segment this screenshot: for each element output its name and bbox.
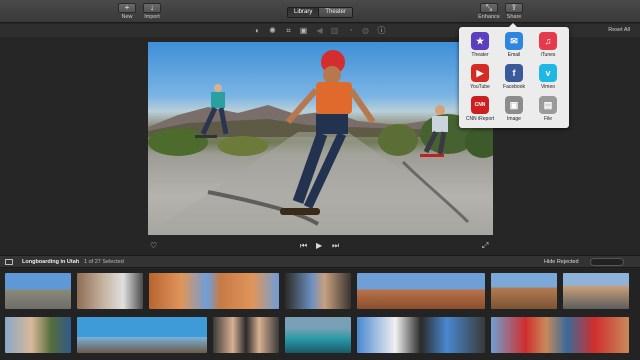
share-email-label: Email <box>507 52 521 58</box>
clip-thumbnail[interactable] <box>563 273 629 309</box>
video-viewer[interactable] <box>148 42 493 235</box>
share-image-label: Image <box>507 116 521 122</box>
enhance-button[interactable]: ⤡ Enhance <box>477 3 501 20</box>
play-icon[interactable]: ▶ <box>316 241 322 251</box>
clip-thumbnail[interactable] <box>5 317 71 353</box>
info-icon[interactable]: ⓘ <box>377 26 386 35</box>
share-youtube-label: YouTube <box>470 84 490 90</box>
noise-reduction-icon[interactable]: ▥ <box>330 26 339 35</box>
youtube-play-icon: ▶ <box>471 64 489 82</box>
share-button[interactable]: ⇪ Share <box>502 3 526 20</box>
clip-thumbnail[interactable] <box>357 317 485 353</box>
plus-icon: + <box>118 3 136 13</box>
cnn-ireport-icon: CNN <box>471 96 489 114</box>
clip-thumbnail[interactable] <box>285 273 351 309</box>
clip-thumbnail[interactable] <box>5 273 71 309</box>
share-file[interactable]: ▤ File <box>531 96 565 126</box>
event-title: Longboarding in Utah <box>22 259 80 265</box>
share-cnn-label: CNN iReport <box>465 116 495 122</box>
skaters-scene <box>148 50 493 235</box>
clip-thumbnail[interactable] <box>77 273 143 309</box>
speed-icon[interactable]: ◔ <box>346 26 355 35</box>
stabilization-icon[interactable]: ▣ <box>299 26 308 35</box>
share-icon: ⇪ <box>505 3 523 13</box>
enhance-wand-icon: ⤡ <box>480 3 498 13</box>
email-envelope-icon: ✉ <box>505 32 523 50</box>
color-balance-icon[interactable]: ◐ <box>253 26 262 35</box>
share-facebook[interactable]: f Facebook <box>497 64 531 94</box>
event-header-bar: Longboarding in Utah 1 of 27 Selected Hi… <box>0 255 640 268</box>
crop-icon[interactable]: ⌗ <box>284 26 293 35</box>
share-itunes-label: iTunes <box>540 52 556 58</box>
import-label: Import <box>144 14 160 20</box>
vimeo-v-icon: v <box>539 64 557 82</box>
share-youtube[interactable]: ▶ YouTube <box>463 64 497 94</box>
share-email[interactable]: ✉ Email <box>497 32 531 62</box>
import-arrow-icon: ↓ <box>143 3 161 13</box>
share-theater-label: Theater <box>471 52 489 58</box>
clip-thumbnail[interactable] <box>213 317 279 353</box>
search-input[interactable] <box>590 258 624 266</box>
fullscreen-icon[interactable]: ⤢ <box>482 241 488 251</box>
new-label: New <box>121 14 133 20</box>
import-button[interactable]: ↓ Import <box>140 3 164 20</box>
sidebar-toggle-icon[interactable] <box>5 259 13 265</box>
share-itunes[interactable]: ♫ iTunes <box>531 32 565 62</box>
theater-star-icon: ★ <box>471 32 489 50</box>
file-film-icon: ▤ <box>539 96 557 114</box>
share-vimeo-label: Vimeo <box>540 84 556 90</box>
reset-all-button[interactable]: Reset All <box>608 27 630 33</box>
share-facebook-label: Facebook <box>503 84 525 90</box>
color-correction-icon[interactable]: ✺ <box>268 26 277 35</box>
favorite-heart-icon[interactable]: ♡ <box>150 241 157 251</box>
share-image[interactable]: ▣ Image <box>497 96 531 126</box>
clip-thumbnail[interactable] <box>491 273 557 309</box>
clip-thumbnail[interactable] <box>77 317 207 353</box>
filter-icon[interactable]: ◍ <box>361 26 370 35</box>
share-label: Share <box>506 14 522 20</box>
hide-rejected-dropdown[interactable]: Hide Rejected <box>544 259 579 265</box>
share-theater[interactable]: ★ Theater <box>463 32 497 62</box>
image-picture-icon: ▣ <box>505 96 523 114</box>
imovie-window: + New ↓ Import Library Theater ⤡ Enhance… <box>0 0 640 360</box>
share-cnn-ireport[interactable]: CNN CNN iReport <box>463 96 497 126</box>
itunes-note-icon: ♫ <box>539 32 557 50</box>
playback-controls: ♡ ⏮ ▶ ⏭ ⤢ <box>148 241 493 251</box>
selection-status: 1 of 27 Selected <box>84 259 124 265</box>
clip-thumbnail[interactable] <box>285 317 351 353</box>
clip-browser <box>0 269 640 360</box>
new-button[interactable]: + New <box>115 3 139 20</box>
clip-thumbnail[interactable] <box>357 273 485 309</box>
volume-icon[interactable]: ◀ <box>315 26 324 35</box>
skip-forward-icon[interactable]: ⏭ <box>332 241 339 251</box>
top-toolbar: + New ↓ Import Library Theater ⤡ Enhance… <box>0 0 640 23</box>
tab-theater[interactable]: Theater <box>318 8 353 17</box>
skip-back-icon[interactable]: ⏮ <box>300 241 307 251</box>
clip-thumbnail[interactable] <box>491 317 629 353</box>
share-file-label: File <box>543 116 553 122</box>
facebook-f-icon: f <box>505 64 523 82</box>
share-vimeo[interactable]: v Vimeo <box>531 64 565 94</box>
view-switcher: Library Theater <box>287 7 354 18</box>
tab-library[interactable]: Library <box>288 8 319 17</box>
enhance-label: Enhance <box>478 14 500 20</box>
share-popover: ★ Theater ✉ Email ♫ iTunes ▶ YouTube f F… <box>459 23 569 128</box>
clip-thumbnail[interactable] <box>149 273 279 309</box>
